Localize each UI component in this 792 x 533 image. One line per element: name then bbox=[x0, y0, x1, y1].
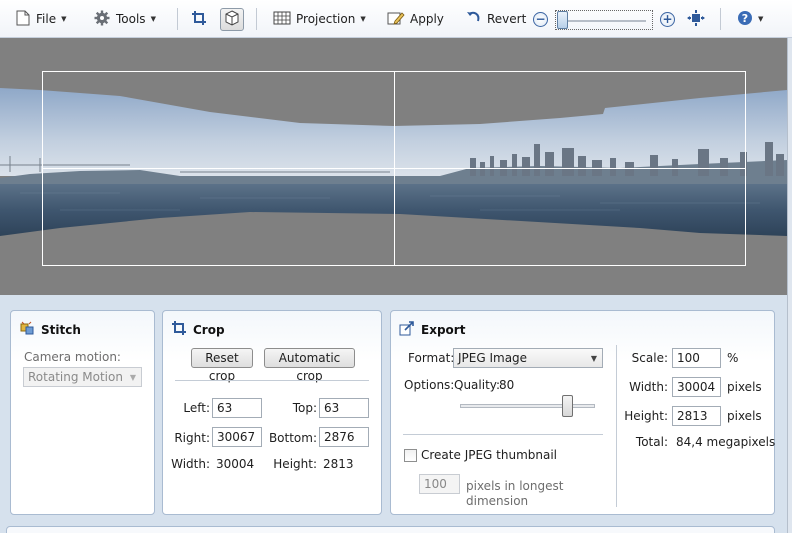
crop-guide-horizontal bbox=[42, 168, 746, 169]
file-menu[interactable]: File ▼ bbox=[16, 8, 66, 30]
export-icon bbox=[399, 320, 415, 339]
apply-label: Apply bbox=[410, 12, 444, 26]
toolbar-separator bbox=[177, 8, 178, 30]
panorama-canvas[interactable] bbox=[0, 38, 787, 295]
chevron-down-icon: ▼ bbox=[129, 373, 136, 382]
automatic-crop-button[interactable]: Automatic crop bbox=[264, 348, 355, 383]
options-label: Options: bbox=[404, 378, 455, 392]
export-width-field[interactable]: 30004 bbox=[672, 377, 721, 397]
format-value: JPEG Image bbox=[458, 351, 528, 365]
zoom-slider-track bbox=[562, 20, 646, 22]
stitch-icon bbox=[19, 320, 35, 339]
revert-button[interactable]: Revert bbox=[466, 8, 526, 30]
toolbar-separator bbox=[720, 8, 721, 30]
zoom-slider-thumb[interactable] bbox=[557, 11, 568, 29]
export-title-text: Export bbox=[421, 322, 466, 337]
export-width-label: Width: bbox=[629, 380, 668, 394]
create-thumbnail-label: Create JPEG thumbnail bbox=[421, 448, 558, 462]
globe-grid-icon bbox=[273, 10, 291, 29]
scale-label: Scale: bbox=[631, 351, 668, 365]
export-height-field[interactable]: 2813 bbox=[672, 406, 721, 426]
chevron-down-icon: ▼ bbox=[758, 15, 764, 23]
projection-menu-label: Projection bbox=[296, 12, 356, 26]
reset-crop-button[interactable]: Reset crop bbox=[191, 348, 253, 383]
toolbar: File ▼ Tools ▼ Projection ▼ Apply Revert… bbox=[0, 0, 792, 38]
thumbnail-size-label-1: pixels in longest bbox=[466, 479, 564, 493]
quality-value: 80 bbox=[499, 378, 515, 392]
export-panel: Export Format: JPEG Image ▼ Options: Qua… bbox=[390, 310, 775, 515]
projection-menu[interactable]: Projection ▼ bbox=[273, 8, 366, 30]
total-value: 84,4 megapixels bbox=[676, 435, 776, 449]
revert-label: Revert bbox=[487, 12, 527, 26]
scale-field[interactable]: 100 bbox=[672, 348, 721, 368]
stitch-title: Stitch bbox=[19, 320, 81, 339]
fit-to-window-button[interactable] bbox=[684, 8, 708, 31]
quality-slider-track[interactable] bbox=[460, 404, 595, 408]
scale-unit: % bbox=[727, 351, 739, 365]
next-panel-edge bbox=[6, 526, 775, 533]
thumbnail-size-field[interactable]: 100 bbox=[419, 474, 460, 494]
chevron-down-icon: ▼ bbox=[590, 354, 597, 363]
undo-arrow-icon bbox=[466, 10, 482, 29]
total-label: Total: bbox=[635, 435, 668, 449]
export-title: Export bbox=[399, 320, 465, 339]
crop-left-label: Left: bbox=[183, 401, 210, 415]
crop-height-label: Height: bbox=[273, 457, 317, 471]
thumbnail-size-label-2: dimension bbox=[466, 494, 529, 508]
help-menu[interactable]: ? ▼ bbox=[737, 8, 763, 30]
zoom-out-icon[interactable]: − bbox=[533, 12, 548, 27]
view-3d-button[interactable] bbox=[220, 8, 244, 31]
crop-left-field[interactable]: 63 bbox=[212, 398, 262, 418]
crop-tool-button[interactable] bbox=[187, 8, 211, 31]
crop-height-value: 2813 bbox=[323, 457, 354, 471]
crop-right-label: Right: bbox=[174, 431, 210, 445]
crop-bottom-label: Bottom: bbox=[268, 431, 317, 445]
crop-icon bbox=[171, 320, 187, 339]
camera-motion-label: Camera motion: bbox=[24, 350, 121, 364]
camera-motion-value: Rotating Motion bbox=[28, 370, 123, 384]
cube-icon bbox=[224, 10, 240, 29]
apply-pencil-icon bbox=[387, 10, 405, 29]
svg-text:?: ? bbox=[742, 12, 748, 25]
crop-panel: Crop Reset crop Automatic crop Left: 63 … bbox=[162, 310, 382, 515]
crop-width-label: Width: bbox=[171, 457, 210, 471]
chevron-down-icon: ▼ bbox=[150, 15, 156, 23]
crop-icon bbox=[191, 10, 207, 29]
export-width-unit: pixels bbox=[727, 380, 762, 394]
crop-right-field[interactable]: 30067 bbox=[212, 427, 262, 447]
crop-top-label: Top: bbox=[292, 401, 317, 415]
export-vertical-divider bbox=[616, 345, 617, 507]
zoom-in-icon[interactable]: + bbox=[660, 12, 675, 27]
chevron-down-icon: ▼ bbox=[61, 15, 67, 23]
zoom-slider[interactable] bbox=[555, 10, 653, 30]
crop-width-value: 30004 bbox=[216, 457, 255, 471]
stitch-panel: Stitch Camera motion: Rotating Motion ▼ bbox=[10, 310, 155, 515]
crop-top-field[interactable]: 63 bbox=[319, 398, 369, 418]
export-height-label: Height: bbox=[624, 409, 668, 423]
fit-to-window-icon bbox=[687, 10, 705, 29]
gear-icon bbox=[94, 10, 110, 29]
tools-menu[interactable]: Tools ▼ bbox=[94, 8, 156, 30]
quality-label: Quality: bbox=[454, 378, 501, 392]
window-edge bbox=[787, 38, 792, 533]
file-menu-label: File bbox=[36, 12, 57, 26]
tools-menu-label: Tools bbox=[116, 12, 146, 26]
export-height-unit: pixels bbox=[727, 409, 762, 423]
create-thumbnail-checkbox[interactable] bbox=[404, 449, 417, 462]
export-divider bbox=[403, 434, 603, 435]
apply-button[interactable]: Apply bbox=[387, 8, 444, 30]
toolbar-separator bbox=[256, 8, 257, 30]
crop-title-text: Crop bbox=[193, 322, 225, 337]
crop-bottom-field[interactable]: 2876 bbox=[319, 427, 369, 447]
format-dropdown[interactable]: JPEG Image ▼ bbox=[453, 348, 603, 368]
camera-motion-dropdown[interactable]: Rotating Motion ▼ bbox=[23, 367, 142, 387]
stitch-title-text: Stitch bbox=[41, 322, 81, 337]
format-label: Format: bbox=[408, 351, 455, 365]
quality-slider-thumb[interactable] bbox=[562, 395, 573, 417]
help-icon: ? bbox=[737, 10, 753, 29]
document-icon bbox=[16, 10, 30, 29]
chevron-down-icon: ▼ bbox=[360, 15, 366, 23]
crop-title: Crop bbox=[171, 320, 225, 339]
crop-divider bbox=[175, 380, 369, 381]
